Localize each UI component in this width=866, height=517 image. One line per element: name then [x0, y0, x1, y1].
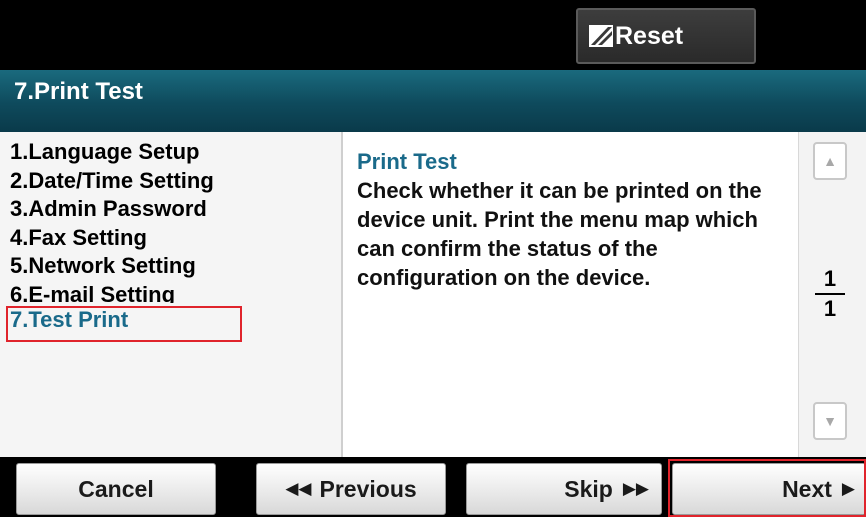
page-title-bar: 7.Print Test: [0, 70, 866, 132]
page-current: 1: [823, 266, 837, 291]
skip-label: Skip: [564, 475, 613, 502]
double-right-arrow-icon: ▶▶: [622, 479, 649, 498]
reset-label: Reset: [615, 21, 684, 50]
printer-setup-screen: Reset 7.Print Test 1.Language Setup 2.Da…: [0, 0, 866, 517]
right-triangle-icon: ▶: [841, 479, 855, 498]
pager: ▲ 1 1 ▼: [798, 132, 866, 457]
triangle-down-icon: ▼: [823, 413, 837, 429]
menu-item-language-setup[interactable]: 1.Language Setup: [10, 138, 341, 167]
menu-item-admin-password[interactable]: 3.Admin Password: [10, 195, 341, 224]
cancel-button[interactable]: Cancel: [16, 463, 216, 515]
content-area: 1.Language Setup 2.Date/Time Setting 3.A…: [0, 132, 866, 457]
scroll-up-button[interactable]: ▲: [813, 142, 847, 180]
menu-item-date-time-setting[interactable]: 2.Date/Time Setting: [10, 167, 341, 196]
menu-item-email-setting[interactable]: 6.E-mail Setting: [10, 281, 341, 303]
reset-button[interactable]: Reset: [576, 8, 756, 64]
bottom-bar: Cancel ◀◀ Previous Skip ▶▶ Next ▶: [0, 457, 866, 517]
menu-item-test-print[interactable]: 7.Test Print: [10, 306, 341, 335]
next-label: Next: [782, 475, 832, 502]
page-divider: [815, 293, 845, 295]
menu-item-fax-setting[interactable]: 4.Fax Setting: [10, 224, 341, 253]
menu-item-network-setting[interactable]: 5.Network Setting: [10, 252, 341, 281]
next-button[interactable]: Next ▶: [672, 463, 866, 515]
menu-list: 1.Language Setup 2.Date/Time Setting 3.A…: [0, 132, 343, 457]
previous-button[interactable]: ◀◀ Previous: [256, 463, 446, 515]
page-indicator: 1 1: [813, 266, 847, 322]
description-title: Print Test: [357, 149, 457, 174]
description-body: Check whether it can be printed on the d…: [357, 178, 762, 290]
reset-icon: [588, 24, 614, 48]
cancel-label: Cancel: [78, 475, 154, 502]
triangle-up-icon: ▲: [823, 153, 837, 169]
skip-button[interactable]: Skip ▶▶: [466, 463, 662, 515]
description-panel: Print Test Check whether it can be print…: [343, 132, 798, 457]
scroll-down-button[interactable]: ▼: [813, 402, 847, 440]
double-left-arrow-icon: ◀◀: [285, 479, 312, 498]
page-title: 7.Print Test: [14, 78, 143, 105]
top-bar: Reset: [0, 0, 866, 70]
previous-label: Previous: [319, 475, 417, 502]
page-total: 1: [823, 296, 837, 321]
